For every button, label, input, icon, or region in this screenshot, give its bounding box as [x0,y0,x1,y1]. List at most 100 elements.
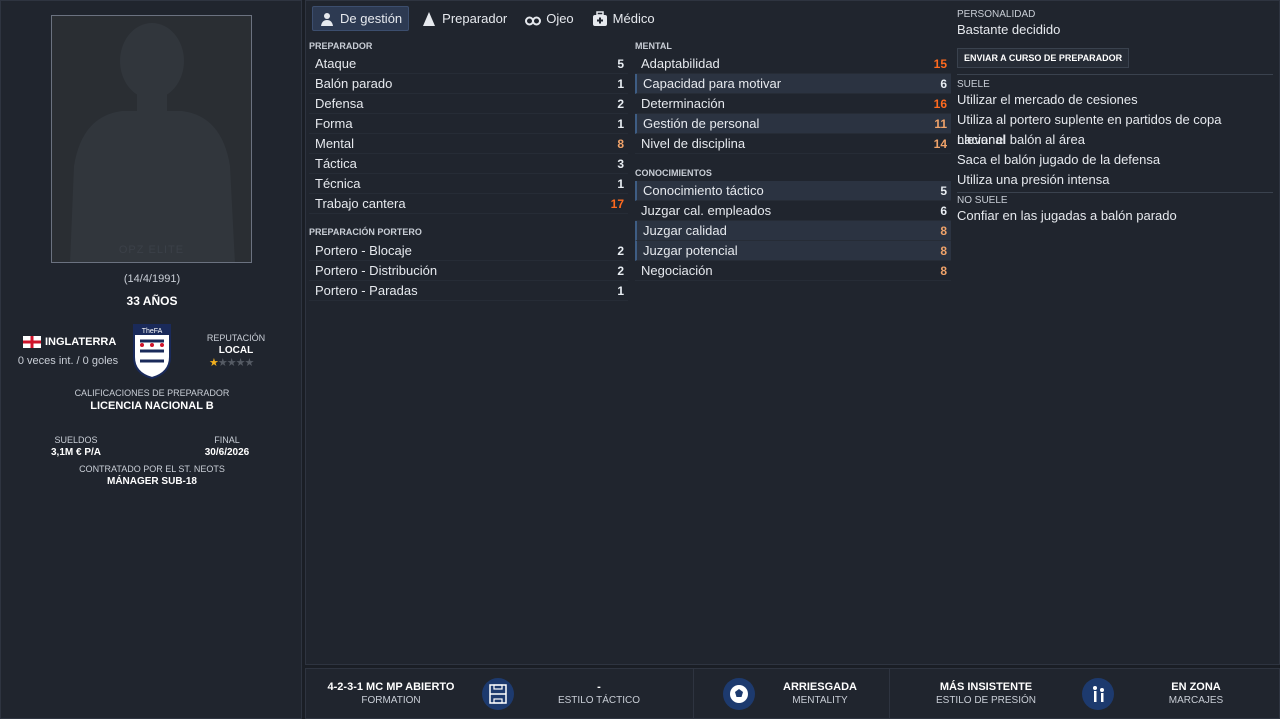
attribute-row[interactable]: Negociación 8 [635,261,951,281]
tab-coach[interactable]: Preparador [415,6,513,31]
attribute-row[interactable]: Forma 1 [309,114,628,134]
attribute-name: Determinación [641,96,725,111]
pitch-icon [482,677,514,710]
attribute-row[interactable]: Capacidad para motivar 6 [635,74,951,94]
tab-coach-label: Preparador [442,11,508,26]
mentality-block[interactable]: ARRIESGADA MENTALITY [694,669,890,718]
attribute-row[interactable]: Técnica 1 [309,174,628,194]
attribute-row[interactable]: Mental 8 [309,134,628,154]
tends-list: Utilizar el mercado de cesiones Utiliza a… [957,90,1273,190]
attribute-value: 15 [933,56,947,71]
football-icon [723,677,755,710]
attribute-name: Portero - Paradas [315,283,418,298]
marking-label: MARCAJES [1168,695,1224,706]
gk-section-title: PREPARACIÓN PORTERO [309,227,422,237]
attribute-name: Capacidad para motivar [643,76,782,91]
pressing-info: MÁS INSISTENTE ESTILO DE PRESIÓN [890,681,1082,706]
coach-attributes: Ataque 5 Balón parado 1 Defensa 2 Forma 1 Mental… [309,54,628,214]
attribute-value: 3 [617,156,624,171]
job-title: MÁNAGER SUB-18 [106,476,197,487]
attribute-row[interactable]: Gestión de personal 11 [635,114,951,134]
attribute-row[interactable]: Ataque 5 [309,54,628,74]
not-tends-label: NO SUELE [957,195,1008,206]
formation-block[interactable]: 4-2-3-1 MC MP ABIERTO FORMATION - ESTILO… [306,669,694,718]
not-tends-list: Confiar en las jugadas a balón parado [957,206,1273,226]
tab-scout[interactable]: Ojeo [519,6,579,31]
attribute-value: 1 [617,176,624,191]
attribute-row[interactable]: Adaptabilidad 15 [635,54,951,74]
star-half-icon: ★ [209,357,219,369]
knowledge-attributes: Conocimiento táctico 5 Juzgar cal. emplead… [635,181,951,281]
attribute-row[interactable]: Balón parado 1 [309,74,628,94]
pressing-block[interactable]: MÁS INSISTENTE ESTILO DE PRESIÓN EN ZONA… [890,669,1279,718]
manager-icon [321,12,333,26]
qualifications-value: LICENCIA NACIONAL B [90,400,214,412]
contract-end-label: FINAL [214,435,240,445]
svg-text:TheFA: TheFA [142,328,163,335]
attribute-value: 1 [617,76,624,91]
attribute-row[interactable]: Defensa 2 [309,94,628,114]
reputation-stars: ★★★★★ [209,356,254,369]
tab-management-label: De gestión [340,11,403,26]
marking-icon [1082,677,1114,710]
attribute-value: 8 [617,136,624,151]
attribute-name: Portero - Blocaje [315,243,412,258]
tab-scout-label: Ojeo [546,11,574,26]
tends-label: SUELE [957,79,990,90]
tab-management[interactable]: De gestión [312,6,410,31]
profile-sidebar: OPZ ELITE (14/4/1991) 33 AÑOS INGLATERRA… [0,0,302,719]
attribute-row[interactable]: Táctica 3 [309,154,628,174]
attribute-value: 6 [940,203,947,218]
attribute-row[interactable]: Juzgar cal. empleados 6 [635,201,951,221]
employer-label: CONTRATADO POR EL ST. NEOTS [79,464,225,474]
attribute-row[interactable]: Determinación 16 [635,94,951,114]
attribute-name: Ataque [315,56,357,71]
attribute-name: Balón parado [315,76,393,91]
wage-label: SUELDOS [54,435,98,445]
attribute-row[interactable]: Trabajo cantera 17 [309,194,628,214]
attribute-value: 1 [617,283,624,298]
attribute-name: Negociación [641,263,713,278]
attribute-row[interactable]: Portero - Blocaje 2 [309,241,628,261]
attribute-row[interactable]: Juzgar potencial 8 [635,241,951,261]
attribute-value: 8 [940,243,947,258]
silhouette-icon [52,16,251,262]
mentality-label: MENTALITY [792,695,848,706]
attribute-value: 1 [617,116,624,131]
tactical-style-label: ESTILO TÁCTICO [557,695,641,706]
send-to-course-button[interactable]: ENVIAR A CURSO DE PREPARADOR [957,48,1130,68]
attribute-row[interactable]: Portero - Distribución 2 [309,261,628,281]
fa-crest-icon[interactable]: TheFA [132,323,172,380]
attributes-panel: De gestión Preparador Ojeo Médico PREPAR… [305,0,1280,665]
mental-section-title: MENTAL [635,41,672,51]
preference-item: Utiliza al portero suplente en partidos … [957,112,1222,147]
tab-medical-label: Médico [612,11,655,26]
attribute-name: Mental [315,136,355,151]
attribute-value: 5 [940,183,947,198]
attribute-row[interactable]: Conocimiento táctico 5 [635,181,951,201]
formation-value: 4-2-3-1 MC MP ABIERTO [327,681,455,693]
attribute-row[interactable]: Nivel de disciplina 14 [635,134,951,154]
attribute-name: Defensa [315,96,364,111]
personality-label: PERSONALIDAD [957,9,1036,20]
tactics-footer: 4-2-3-1 MC MP ABIERTO FORMATION - ESTILO… [305,668,1280,719]
personality-panel: PERSONALIDAD Bastante decidido ENVIAR A … [957,9,1273,226]
wage-value: 3,1M € P/A [50,447,102,458]
attribute-name: Adaptabilidad [641,56,720,71]
cone-icon [423,11,436,26]
medical-kit-icon [592,10,607,26]
attribute-value: 14 [933,136,947,151]
preference-item: Confiar en las jugadas a balón parado [957,208,1177,223]
preference-item: Llevar el balón al área [957,132,1085,147]
attribute-name: Gestión de personal [643,116,760,131]
tab-medical[interactable]: Médico [586,6,661,31]
staff-profile-screen: OPZ ELITE (14/4/1991) 33 AÑOS INGLATERRA… [0,0,1280,719]
attribute-name: Técnica [315,176,361,191]
star-empty-icon: ★★★★ [217,357,254,369]
attribute-row[interactable]: Juzgar calidad 8 [635,221,951,241]
mental-attributes: Adaptabilidad 15 Capacidad para motivar 6 De… [635,54,951,154]
nationality[interactable]: INGLATERRA [23,336,116,348]
attribute-row[interactable]: Portero - Paradas 1 [309,281,628,301]
reputation-label: REPUTACIÓN [206,333,266,343]
attribute-value: 2 [617,96,624,111]
